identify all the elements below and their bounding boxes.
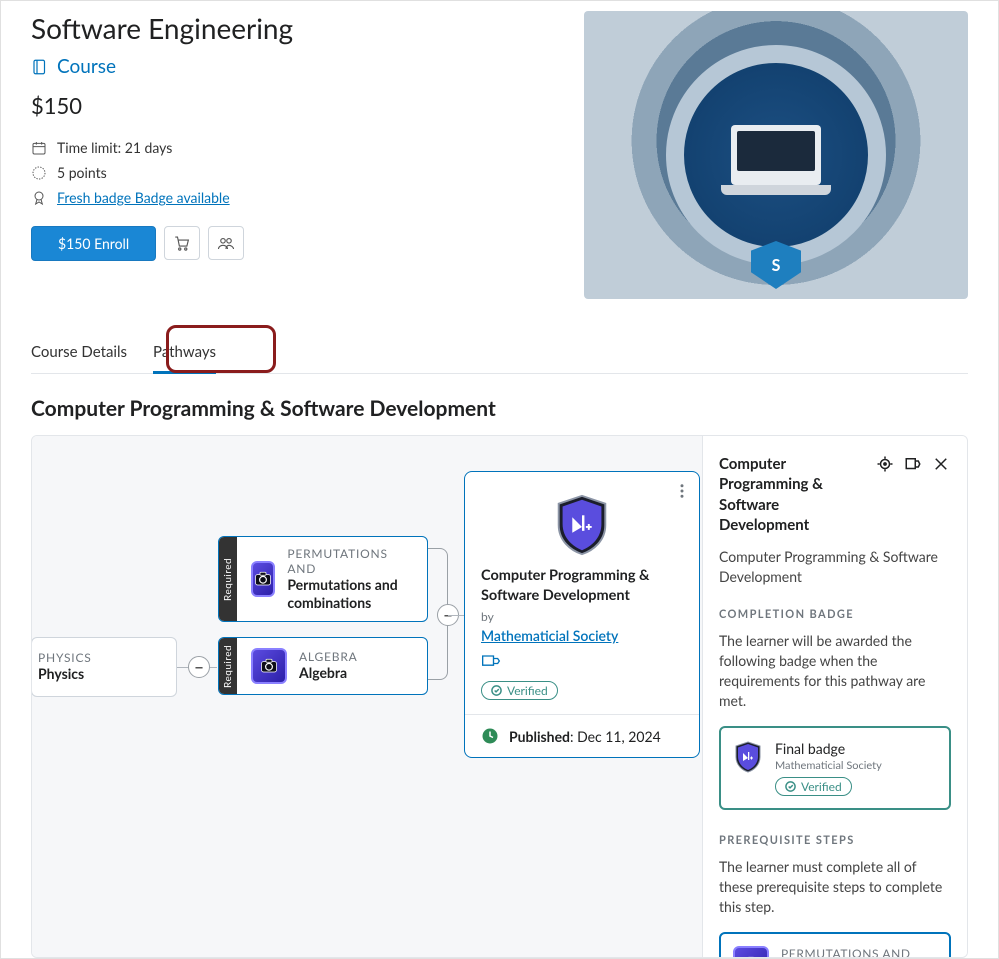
tab-pathways[interactable]: Pathways bbox=[153, 333, 216, 374]
badge-name: Final badge bbox=[775, 740, 882, 757]
prereq-heading: PREREQUISITE STEPS bbox=[719, 834, 951, 847]
by-label: by bbox=[481, 609, 683, 624]
panel-description: Computer Programming & Software Developm… bbox=[719, 547, 951, 588]
target-icon bbox=[876, 455, 894, 473]
tabs: Course Details Pathways bbox=[31, 333, 968, 374]
connector bbox=[448, 615, 464, 616]
junction-physics[interactable]: − bbox=[188, 656, 210, 678]
course-type-label: Course bbox=[57, 55, 116, 78]
close-button[interactable] bbox=[931, 454, 951, 474]
cart-icon bbox=[173, 234, 191, 252]
tab-course-details[interactable]: Course Details bbox=[31, 333, 127, 373]
panel-title: Computer Programming & Software Developm… bbox=[719, 454, 869, 535]
node-physics[interactable]: PHYSICS Physics bbox=[32, 637, 177, 697]
verified-text: Verified bbox=[507, 683, 548, 698]
completion-text: The learner will be awarded the followin… bbox=[719, 631, 951, 712]
verified-badge: Verified bbox=[775, 777, 852, 796]
org-link[interactable]: Mathematicial Society bbox=[481, 627, 618, 644]
node-physics-name: Physics bbox=[38, 665, 92, 683]
node-algebra-name: Algebra bbox=[299, 664, 358, 682]
node-algebra-sub: ALGEBRA bbox=[299, 649, 358, 664]
pathway-section-title: Computer Programming & Software Developm… bbox=[31, 396, 968, 421]
pathway-main-card[interactable]: Computer Programming & Software Developm… bbox=[464, 471, 700, 758]
required-label: Required bbox=[219, 638, 237, 694]
course-icon bbox=[31, 58, 49, 76]
published-label: Published bbox=[509, 728, 570, 745]
cart-button[interactable] bbox=[164, 226, 200, 260]
shield-icon bbox=[733, 740, 763, 774]
clock-icon bbox=[481, 727, 499, 745]
expand-button[interactable] bbox=[903, 454, 923, 474]
points-text: 5 points bbox=[57, 164, 107, 181]
course-thumb-icon bbox=[733, 946, 769, 957]
shield-icon bbox=[552, 492, 612, 558]
time-limit-text: Time limit: 21 days bbox=[57, 139, 172, 156]
close-icon bbox=[932, 455, 950, 473]
open-icon bbox=[904, 455, 922, 473]
course-thumb-icon bbox=[251, 648, 287, 684]
verified-text: Verified bbox=[801, 779, 842, 794]
points-row: 5 points bbox=[31, 164, 554, 181]
badge-org: Mathematicial Society bbox=[775, 759, 882, 772]
node-perms-name: Permutations and combinations bbox=[287, 576, 413, 612]
calendar-icon bbox=[31, 140, 47, 156]
node-algebra[interactable]: Required ALGEBRA Algebra bbox=[218, 637, 428, 695]
pathway-card-title: Computer Programming & Software Developm… bbox=[481, 566, 683, 605]
published-date: : Dec 11, 2024 bbox=[570, 728, 661, 745]
more-menu-button[interactable] bbox=[675, 482, 689, 504]
locate-button[interactable] bbox=[875, 454, 895, 474]
share-button[interactable] bbox=[208, 226, 244, 260]
badge-icon bbox=[31, 190, 47, 206]
time-limit-row: Time limit: 21 days bbox=[31, 139, 554, 156]
verified-badge: Verified bbox=[481, 681, 558, 700]
node-perms-sub: PERMUTATIONS AND bbox=[287, 546, 413, 576]
details-panel: Computer Programming & Software Developm… bbox=[702, 436, 967, 957]
prereq-text: The learner must complete all of these p… bbox=[719, 857, 951, 918]
people-icon bbox=[217, 234, 235, 252]
node-physics-sub: PHYSICS bbox=[38, 650, 92, 665]
completion-badge-card[interactable]: Final badge Mathematicial Society Verifi… bbox=[719, 726, 951, 810]
prereq-sub: PERMUTATIONS AND bbox=[781, 946, 911, 957]
more-vertical-icon bbox=[675, 482, 689, 500]
completion-heading: COMPLETION BADGE bbox=[719, 608, 951, 621]
prereq-step-card[interactable]: PERMUTATIONS AND Permutations and bbox=[719, 932, 951, 957]
badge-available-link[interactable]: Fresh badge Badge available bbox=[57, 189, 230, 206]
course-thumb-icon bbox=[251, 561, 275, 597]
pathway-canvas[interactable]: PHYSICS Physics − Required PERMUTATIONS … bbox=[32, 436, 702, 957]
node-permutations[interactable]: Required PERMUTATIONS AND Permutations a… bbox=[218, 536, 428, 622]
course-type: Course bbox=[31, 55, 554, 78]
enroll-button[interactable]: $150 Enroll bbox=[31, 226, 156, 261]
badge-row: Fresh badge Badge available bbox=[31, 189, 554, 206]
hero-image: S bbox=[584, 11, 968, 299]
required-label: Required bbox=[219, 537, 237, 621]
pathway-direction-icon bbox=[481, 653, 683, 673]
points-icon bbox=[31, 165, 47, 181]
page-title: Software Engineering bbox=[31, 11, 554, 45]
price: $150 bbox=[31, 92, 554, 119]
